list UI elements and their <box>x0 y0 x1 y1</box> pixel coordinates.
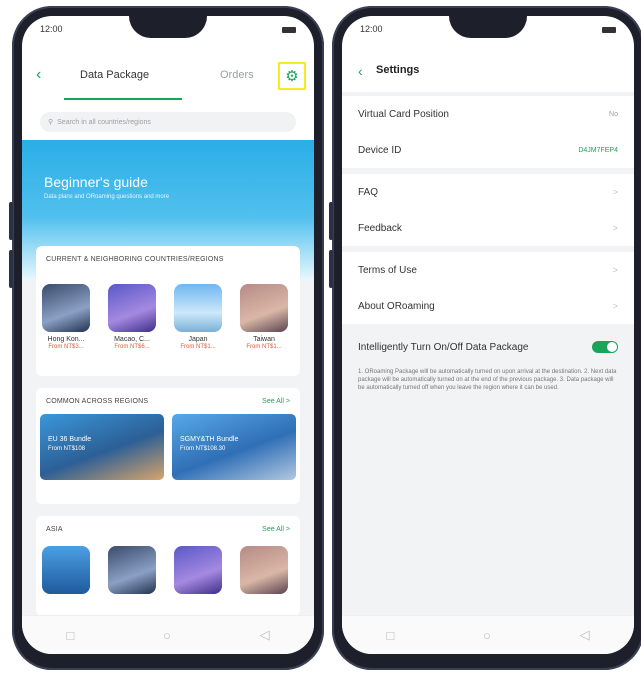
right-screen: 12:00 ‹ Settings Virtual Card Position N… <box>342 16 634 654</box>
region-price: From NT$1... <box>180 344 216 350</box>
chevron-right-icon: > <box>612 187 618 197</box>
chevron-right-icon: > <box>612 265 618 275</box>
region-thumbnail <box>42 546 90 594</box>
volume-button <box>329 250 333 288</box>
settings-header: ‹ Settings <box>342 58 634 84</box>
back-icon[interactable]: ‹ <box>358 63 363 79</box>
region-price: From NT$3... <box>48 344 84 350</box>
bundle-title: SGMY&TH Bundle <box>180 436 239 443</box>
notch <box>449 16 527 38</box>
device-id-value: D4JM7FEP4 <box>578 146 618 154</box>
row-virtual-card-position[interactable]: Virtual Card Position No <box>342 96 634 132</box>
back-icon[interactable]: ‹ <box>36 66 41 84</box>
row-label: Feedback <box>358 222 402 234</box>
section-title: COMMON ACROSS REGIONS <box>46 398 149 405</box>
status-time: 12:00 <box>40 24 63 34</box>
row-terms-of-use[interactable]: Terms of Use > <box>342 252 634 288</box>
tab-data-package[interactable]: Data Package <box>80 69 149 81</box>
left-phone: 12:00 ‹ Data Package Orders ⚙ ⚲ Search i… <box>9 6 324 670</box>
left-screen: 12:00 ‹ Data Package Orders ⚙ ⚲ Search i… <box>22 16 314 654</box>
volume-button <box>9 202 13 240</box>
asia-region[interactable] <box>174 546 222 594</box>
guide-subtitle: Data plans and ORoaming questions and mo… <box>44 194 170 200</box>
battery-icon <box>602 27 616 33</box>
gear-icon: ⚙ <box>285 68 299 85</box>
notch <box>129 16 207 38</box>
row-label: Virtual Card Position <box>358 108 449 120</box>
row-label: FAQ <box>358 186 379 198</box>
region-thumbnail <box>174 284 222 332</box>
volume-button <box>329 202 333 240</box>
system-nav-bar: □ ○ ◁ <box>342 615 634 654</box>
region-name: Taiwan <box>253 336 275 343</box>
settings-button[interactable]: ⚙ <box>278 62 306 90</box>
common-regions-card: COMMON ACROSS REGIONS See All > EU 36 Bu… <box>36 388 300 504</box>
row-device-id[interactable]: Device ID D4JM7FEP4 <box>342 132 634 168</box>
region-thumbnail <box>108 546 156 594</box>
region-name: Macao, C... <box>114 336 150 343</box>
section-title: ASIA <box>46 526 63 533</box>
status-time: 12:00 <box>360 24 383 34</box>
region-taiwan[interactable]: Taiwan From NT$1... <box>240 284 288 350</box>
bundle-price: From NT$108 <box>48 446 86 452</box>
region-thumbnail <box>42 284 90 332</box>
tab-underline <box>64 98 182 100</box>
row-intelligent-toggle: Intelligently Turn On/Off Data Package <box>342 330 634 364</box>
region-price: From NT$1... <box>246 344 282 350</box>
see-all-link[interactable]: See All > <box>262 398 290 405</box>
region-thumbnail <box>240 284 288 332</box>
region-name: Japan <box>188 336 208 343</box>
bundle-price: From NT$108.30 <box>180 446 226 452</box>
top-header: ‹ Data Package Orders ⚙ <box>22 54 314 100</box>
row-label: Intelligently Turn On/Off Data Package <box>358 341 529 353</box>
search-icon: ⚲ <box>48 119 54 126</box>
row-feedback[interactable]: Feedback > <box>342 210 634 246</box>
triangle-icon[interactable]: ◁ <box>580 627 590 643</box>
row-faq[interactable]: FAQ > <box>342 174 634 210</box>
right-phone: 12:00 ‹ Settings Virtual Card Position N… <box>329 6 641 670</box>
current-regions-card: CURRENT & NEIGHBORING COUNTRIES/REGIONS … <box>36 246 300 376</box>
toggle-description: 1. ORoaming Package will be automaticall… <box>358 369 617 391</box>
section-title: CURRENT & NEIGHBORING COUNTRIES/REGIONS <box>46 256 224 263</box>
guide-title: Beginner's guide <box>44 174 148 190</box>
triangle-icon[interactable]: ◁ <box>260 627 270 643</box>
chevron-right-icon: > <box>612 301 618 311</box>
asia-card: ASIA See All > <box>36 516 300 616</box>
asia-region[interactable] <box>240 546 288 594</box>
region-name: Hong Kon... <box>47 336 85 343</box>
search-input[interactable]: ⚲ Search in all countries/regions <box>40 112 296 132</box>
region-thumbnail <box>108 284 156 332</box>
region-japan[interactable]: Japan From NT$1... <box>174 284 222 350</box>
tab-orders[interactable]: Orders <box>220 69 254 81</box>
region-price: From NT$6... <box>114 344 150 350</box>
circle-icon[interactable]: ○ <box>483 628 491 643</box>
row-value: No <box>609 110 618 118</box>
system-nav-bar: □ ○ ◁ <box>22 615 314 654</box>
square-icon[interactable]: □ <box>66 628 74 643</box>
row-label: Device ID <box>358 144 402 156</box>
see-all-link[interactable]: See All > <box>262 526 290 533</box>
asia-region[interactable] <box>108 546 156 594</box>
row-label: About ORoaming <box>358 300 435 312</box>
region-macao[interactable]: Macao, C... From NT$6... <box>108 284 156 350</box>
asia-region[interactable] <box>42 546 90 594</box>
search-placeholder: Search in all countries/regions <box>57 118 151 126</box>
data-package-toggle[interactable] <box>592 341 618 353</box>
region-hong-kong[interactable]: Hong Kon... From NT$3... <box>42 284 90 350</box>
region-thumbnail <box>240 546 288 594</box>
page-title: Settings <box>376 64 420 76</box>
region-thumbnail <box>174 546 222 594</box>
chevron-right-icon: > <box>612 223 618 233</box>
circle-icon[interactable]: ○ <box>163 628 171 643</box>
battery-icon <box>282 27 296 33</box>
bundle-title: EU 36 Bundle <box>48 436 92 443</box>
bundle-eu[interactable]: EU 36 Bundle From NT$108 <box>40 414 164 480</box>
volume-button <box>9 250 13 288</box>
row-about[interactable]: About ORoaming > <box>342 288 634 324</box>
bundle-sgmyth[interactable]: SGMY&TH Bundle From NT$108.30 <box>172 414 296 480</box>
square-icon[interactable]: □ <box>386 628 394 643</box>
row-label: Terms of Use <box>358 264 417 276</box>
